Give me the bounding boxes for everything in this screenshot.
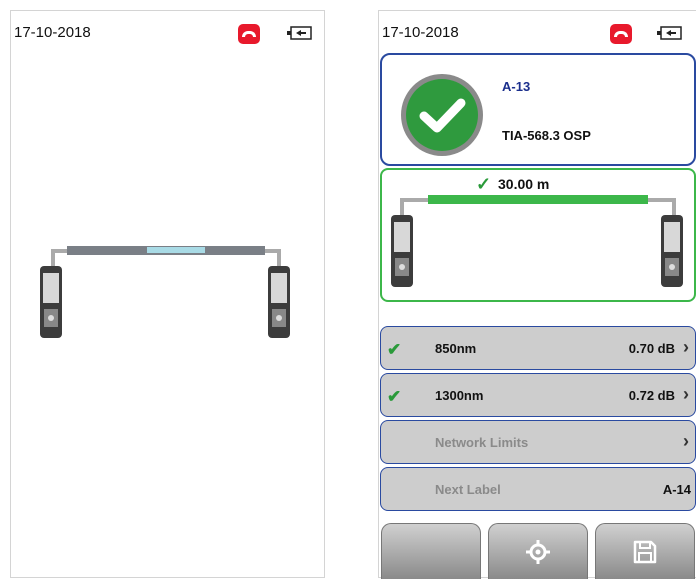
cable-label: A-13 xyxy=(502,79,531,94)
right-tester-screen: 17-10-2018 A-13 TIA-568.3 OSP ✓ 30.00 m xyxy=(378,10,696,579)
network-limits-row[interactable]: Network Limits › xyxy=(380,420,696,464)
save-button[interactable] xyxy=(595,523,695,579)
loss-value: 0.72 dB xyxy=(628,388,675,403)
result-card[interactable]: A-13 TIA-568.3 OSP xyxy=(380,53,696,166)
measurement-row-850[interactable]: ✔ 850nm 0.70 dB › xyxy=(380,326,696,370)
tester-device-icon xyxy=(661,215,683,287)
test-limit: TIA-568.3 OSP xyxy=(502,128,591,143)
wavelength-label: 850nm xyxy=(435,341,477,356)
tester-device-icon xyxy=(268,266,290,338)
next-label-caption: Next Label xyxy=(435,482,501,497)
loss-value: 0.70 dB xyxy=(628,341,675,356)
measurement-row-1300[interactable]: ✔ 1300nm 0.72 dB › xyxy=(380,373,696,417)
next-label-row[interactable]: Next Label A-14 xyxy=(380,467,696,511)
locate-button[interactable] xyxy=(488,523,588,579)
next-label-value: A-14 xyxy=(662,482,691,497)
fiber-cable xyxy=(428,195,648,204)
blank-softkey-button[interactable] xyxy=(381,523,481,579)
fiber-link-diagram xyxy=(400,195,676,216)
locate-icon xyxy=(526,539,550,564)
cable-highlight xyxy=(147,247,205,253)
phone-icon[interactable] xyxy=(610,24,632,44)
left-tester-screen: 17-10-2018 xyxy=(10,10,325,578)
pass-check-icon: ✔ xyxy=(387,387,402,406)
power-plug-icon xyxy=(657,26,682,40)
tester-device-icon xyxy=(391,215,413,287)
pass-check-icon xyxy=(401,74,483,156)
tester-device-icon xyxy=(40,266,62,338)
chevron-right-icon: › xyxy=(683,384,689,404)
status-bar: 17-10-2018 xyxy=(379,11,696,45)
date-label: 17-10-2018 xyxy=(382,24,459,41)
save-icon xyxy=(633,540,657,563)
chevron-right-icon: › xyxy=(683,337,689,357)
chevron-right-icon: › xyxy=(683,431,689,451)
fiber-map-card[interactable]: ✓ 30.00 m xyxy=(380,168,696,302)
pass-check-icon: ✔ xyxy=(387,340,402,359)
wavelength-label: 1300nm xyxy=(435,388,484,403)
network-limits-label: Network Limits xyxy=(435,435,529,450)
